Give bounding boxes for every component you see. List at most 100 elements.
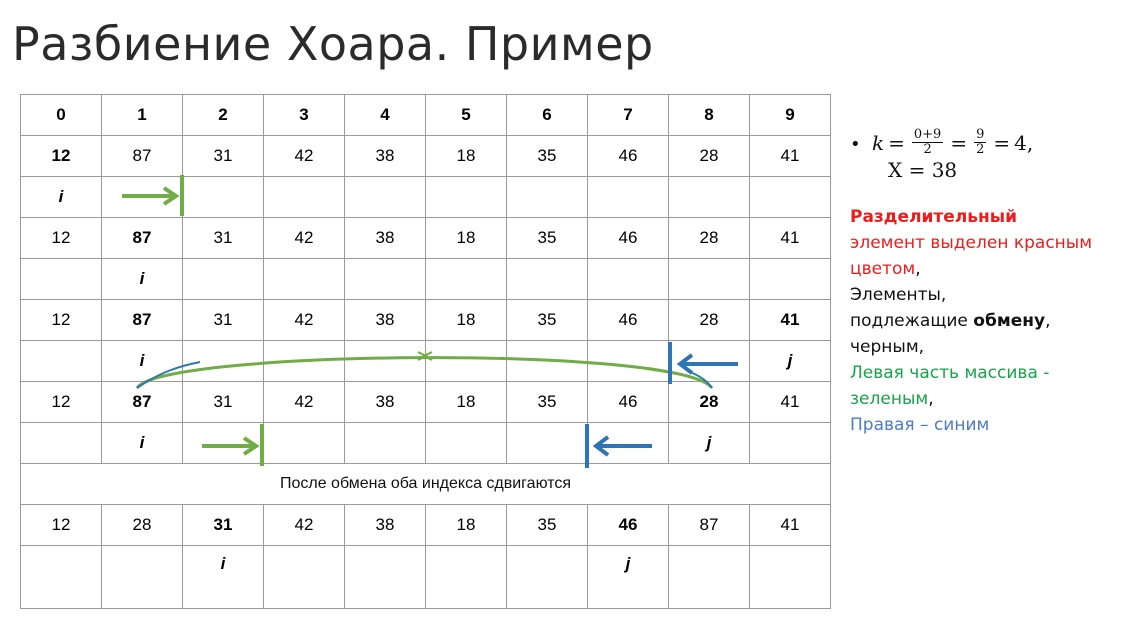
- cell: [344, 545, 426, 609]
- cell: [182, 422, 264, 464]
- cell: 38: [344, 217, 426, 259]
- i-marker: i: [101, 340, 183, 382]
- cell: 38: [344, 381, 426, 423]
- cell: 42: [263, 299, 345, 341]
- cell: [587, 340, 669, 382]
- cell: [749, 422, 831, 464]
- fraction-1-numerator: 0+9: [911, 127, 944, 143]
- cell: 31: [182, 217, 264, 259]
- equals-sign: =: [888, 130, 905, 155]
- legend-comma: ,: [1045, 311, 1051, 331]
- k-symbol: k: [872, 130, 885, 155]
- index-5: 5: [425, 94, 507, 136]
- cell: 12: [20, 381, 102, 423]
- cell: 41: [749, 299, 831, 341]
- marker-row-3: i j: [20, 340, 831, 382]
- cell: [182, 340, 264, 382]
- cell: [587, 176, 669, 218]
- cell: [668, 176, 750, 218]
- partition-table: 0 1 2 3 4 5 6 7 8 9 12 87 31 42 38 18 35…: [20, 94, 831, 609]
- cell: 46: [587, 299, 669, 341]
- cell: [344, 422, 426, 464]
- cell: 38: [344, 299, 426, 341]
- cell: 87: [668, 504, 750, 546]
- cell: 46: [587, 504, 669, 546]
- legend-swap-pre: подлежащие: [850, 311, 968, 331]
- cell: 42: [263, 217, 345, 259]
- cell: 31: [182, 135, 264, 177]
- fraction-2-denominator: 2: [976, 142, 985, 157]
- index-1: 1: [101, 94, 183, 136]
- cell: 18: [425, 135, 507, 177]
- cell: [263, 340, 345, 382]
- cell: [506, 176, 588, 218]
- index-7: 7: [587, 94, 669, 136]
- cell: 46: [587, 135, 669, 177]
- cell: [506, 545, 588, 609]
- color-legend: Разделительный элемент выделен красным ц…: [850, 204, 1131, 438]
- cell: 41: [749, 504, 831, 546]
- cell: 31: [182, 381, 264, 423]
- cell: [506, 422, 588, 464]
- cell: [668, 258, 750, 300]
- array-row-4: 12 87 31 42 38 18 35 46 28 41: [20, 381, 831, 423]
- cell: 42: [263, 135, 345, 177]
- index-0: 0: [20, 94, 102, 136]
- cell: [263, 545, 345, 609]
- cell: [344, 340, 426, 382]
- cell: [749, 176, 831, 218]
- index-8: 8: [668, 94, 750, 136]
- cell: 35: [506, 504, 588, 546]
- cell: 31: [182, 299, 264, 341]
- cell: [749, 258, 831, 300]
- cell: [425, 545, 507, 609]
- cell: [668, 545, 750, 609]
- marker-row-4: i j: [20, 422, 831, 464]
- fraction-1-denominator: 2: [923, 142, 932, 157]
- index-9: 9: [749, 94, 831, 136]
- j-marker: j: [749, 340, 831, 382]
- note-row: После обмена оба индекса сдвигаются: [20, 463, 831, 505]
- legend-comma: ,: [928, 389, 934, 409]
- i-marker: i: [101, 258, 183, 300]
- cell: 12: [20, 299, 102, 341]
- fraction-2-numerator: 9: [974, 127, 987, 143]
- cell: 28: [668, 217, 750, 259]
- cell: 87: [101, 299, 183, 341]
- i-marker: i: [101, 422, 183, 464]
- cell: 42: [263, 504, 345, 546]
- cell: [263, 176, 345, 218]
- cell: [101, 545, 183, 609]
- cell: 42: [263, 381, 345, 423]
- cell: [263, 258, 345, 300]
- index-6: 6: [506, 94, 588, 136]
- cell: 18: [425, 381, 507, 423]
- cell: 31: [182, 504, 264, 546]
- cell: 18: [425, 217, 507, 259]
- cell: 87: [101, 381, 183, 423]
- legend-left-part: Левая часть массива - зеленым: [850, 363, 1050, 409]
- marker-row-5: i j: [20, 545, 831, 609]
- cell: 12: [20, 135, 102, 177]
- cell: 87: [101, 135, 183, 177]
- cell: [20, 258, 102, 300]
- cell: 28: [668, 299, 750, 341]
- formula-x-line: X = 38: [888, 158, 958, 182]
- cell: 46: [587, 217, 669, 259]
- k-value: 4,: [1014, 130, 1034, 155]
- j-marker: j: [587, 545, 669, 609]
- array-row-3: 12 87 31 42 38 18 35 46 28 41: [20, 299, 831, 341]
- cell: 18: [425, 504, 507, 546]
- equals-sign: =: [993, 130, 1011, 155]
- cell: 41: [749, 381, 831, 423]
- index-header-row: 0 1 2 3 4 5 6 7 8 9: [20, 94, 831, 136]
- bullet-icon: •: [850, 134, 861, 155]
- cell: [20, 545, 102, 609]
- cell: [20, 340, 102, 382]
- array-row-2: 12 87 31 42 38 18 35 46 28 41: [20, 217, 831, 259]
- equals-sign: =: [950, 130, 968, 155]
- cell: [425, 258, 507, 300]
- page-title: Разбиение Хоара. Пример: [12, 17, 654, 71]
- j-marker: j: [668, 422, 750, 464]
- legend-right-part: Правая – синим: [850, 415, 990, 435]
